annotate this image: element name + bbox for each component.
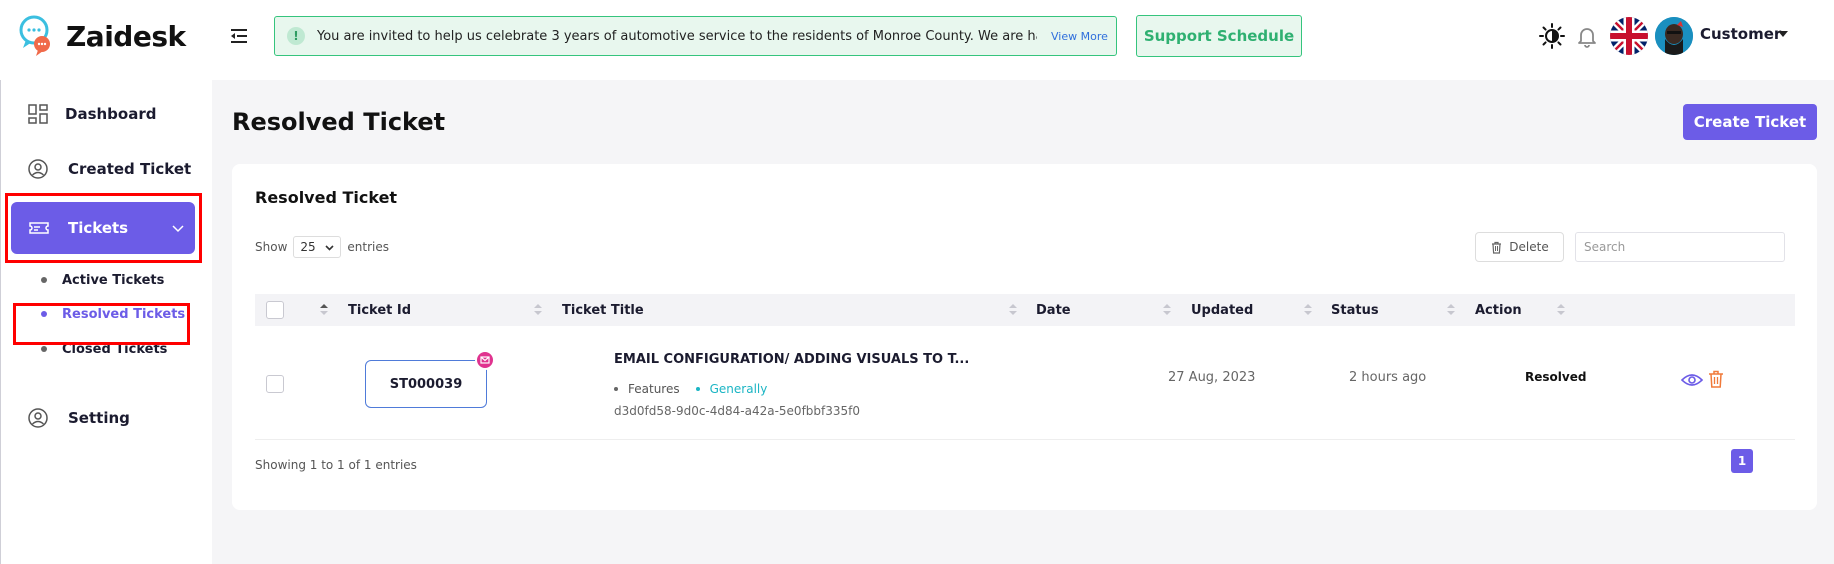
info-icon: !: [287, 27, 305, 45]
user-circle-icon: [28, 159, 48, 179]
chevron-down-icon: [325, 244, 334, 251]
bullet-dot: [695, 387, 700, 391]
entries-label: entries: [347, 240, 389, 254]
ticket-date: 27 Aug, 2023: [1168, 370, 1256, 385]
status-badge: Resolved: [1525, 370, 1587, 384]
user-menu-name[interactable]: Customer: [1700, 25, 1781, 43]
ticket-id-link[interactable]: ST000039: [365, 360, 487, 408]
tag-features: Features: [628, 382, 680, 396]
pagination-page-1[interactable]: 1: [1731, 449, 1753, 473]
column-header-ticket-id[interactable]: Ticket Id: [348, 303, 411, 318]
uk-flag-graphic: [1610, 17, 1648, 55]
caret-down-icon[interactable]: [1778, 31, 1788, 37]
sidebar-subitem-label: Active Tickets: [62, 272, 165, 288]
sort-icon[interactable]: [320, 303, 328, 317]
mail-icon: [475, 350, 495, 370]
user-circle-icon: [28, 408, 48, 428]
ticket-title-link[interactable]: EMAIL CONFIGURATION/ ADDING VISUALS TO T…: [614, 352, 969, 367]
select-all-checkbox[interactable]: [266, 301, 284, 319]
view-more-link[interactable]: View More: [1051, 30, 1108, 43]
column-header-date[interactable]: Date: [1036, 303, 1071, 318]
column-header-action[interactable]: Action: [1475, 303, 1522, 318]
card-title: Resolved Ticket: [255, 188, 398, 207]
view-eye-icon[interactable]: [1681, 372, 1703, 388]
bullet-dot: [614, 387, 618, 391]
sidebar-item-setting[interactable]: Setting: [1, 396, 213, 440]
showing-entries-text: Showing 1 to 1 of 1 entries: [255, 458, 417, 472]
ticket-updated: 2 hours ago: [1349, 370, 1427, 385]
entries-value: 25: [300, 240, 316, 254]
bullet-dot: [41, 277, 47, 283]
sort-icon[interactable]: [1163, 303, 1171, 317]
sort-icon[interactable]: [534, 303, 542, 317]
sort-icon[interactable]: [1557, 303, 1565, 317]
ticket-tags: Features Generally: [614, 382, 767, 396]
page-title: Resolved Ticket: [232, 108, 446, 136]
brand-name: Zaidesk: [66, 19, 186, 53]
entries-select[interactable]: 25: [293, 236, 342, 258]
sidebar-item-created-ticket[interactable]: Created Ticket: [1, 147, 213, 191]
sort-icon[interactable]: [1304, 303, 1312, 317]
avatar[interactable]: [1655, 17, 1693, 55]
search-input[interactable]: [1575, 232, 1785, 262]
sidebar-item-dashboard[interactable]: Dashboard: [1, 92, 213, 136]
column-header-updated[interactable]: Updated: [1191, 303, 1253, 318]
theme-toggle-icon[interactable]: [1538, 22, 1566, 50]
table-header: Ticket Id Ticket Title Date Updated Stat…: [255, 294, 1795, 326]
menu-toggle-icon[interactable]: [228, 25, 250, 47]
column-header-status[interactable]: Status: [1331, 303, 1379, 318]
chat-bubble-logo-icon: [19, 15, 50, 56]
bullet-dot: [41, 346, 47, 352]
dashboard-icon: [28, 104, 48, 124]
sidebar-item-label: Dashboard: [65, 105, 157, 123]
page-length-control: Show 25 entries: [255, 236, 389, 258]
row-select-checkbox[interactable]: [266, 375, 284, 393]
delete-button-label: Delete: [1509, 240, 1549, 254]
sidebar-item-label: Setting: [68, 409, 130, 427]
sort-icon[interactable]: [1009, 303, 1017, 317]
envelope-glyph: [480, 356, 490, 364]
brand-logo[interactable]: Zaidesk: [18, 14, 186, 58]
sort-icon[interactable]: [1447, 303, 1455, 317]
delete-trash-icon[interactable]: [1708, 370, 1724, 388]
highlight-box-tickets: [5, 193, 202, 263]
trash-icon: [1492, 241, 1502, 254]
row-divider: [255, 439, 1795, 440]
sidebar-subitem-active-tickets[interactable]: Active Tickets: [41, 269, 164, 291]
bulk-delete-button[interactable]: Delete: [1475, 232, 1564, 262]
user-photo: [1655, 17, 1693, 55]
announcement-banner: ! You are invited to help us celebrate 3…: [274, 16, 1117, 56]
tag-generally: Generally: [709, 382, 768, 396]
show-label: Show: [255, 240, 288, 254]
ticket-uuid: d3d0fd58-9d0c-4d84-a42a-5e0fbbf335f0: [614, 404, 861, 418]
column-header-ticket-title[interactable]: Ticket Title: [562, 303, 644, 318]
sidebar-item-label: Created Ticket: [68, 160, 192, 178]
support-schedule-button[interactable]: Support Schedule: [1136, 15, 1302, 57]
uk-flag-icon[interactable]: [1610, 17, 1648, 55]
create-ticket-button[interactable]: Create Ticket: [1683, 104, 1817, 140]
highlight-box-resolved-tickets: [13, 303, 190, 345]
top-header: Zaidesk ! You are invited to help us cel…: [0, 0, 1834, 80]
bell-icon[interactable]: [1573, 22, 1601, 50]
tickets-card: Resolved Ticket Show 25 entries Delete T…: [232, 164, 1817, 510]
announcement-text: You are invited to help us celebrate 3 y…: [317, 28, 1037, 44]
